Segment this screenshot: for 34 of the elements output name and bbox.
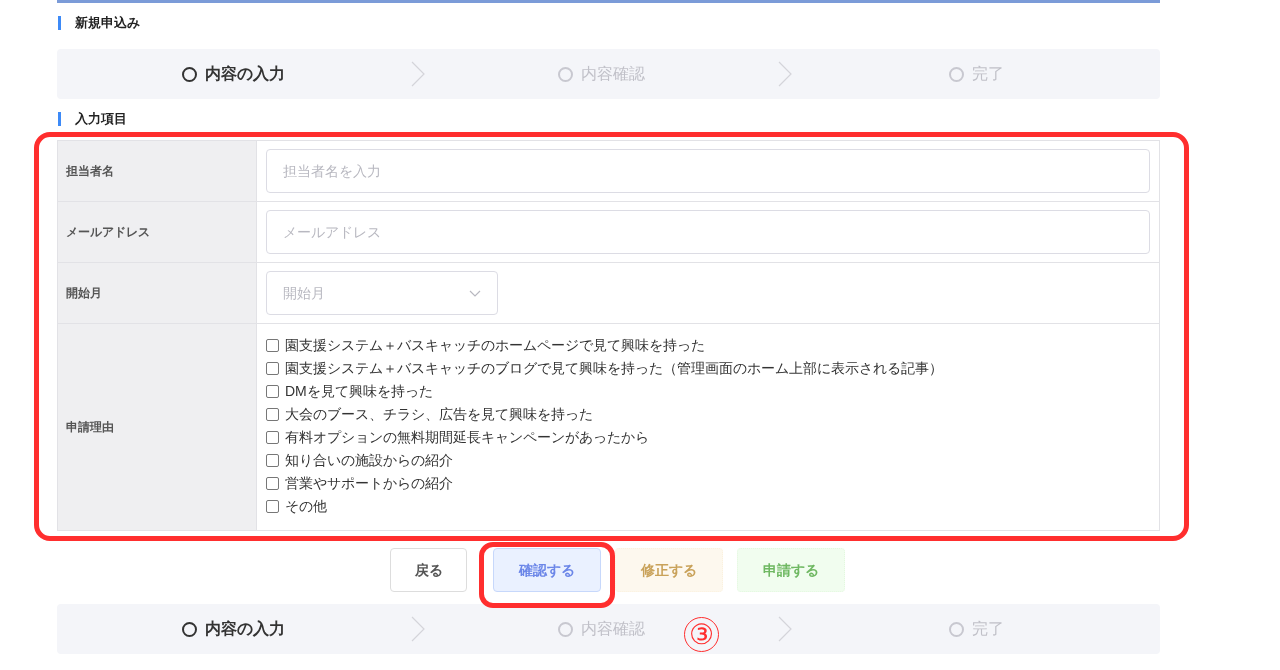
month-select[interactable]: 開始月 (266, 271, 498, 315)
chevron-down-icon (469, 289, 481, 297)
chevron-icon (410, 61, 425, 87)
option-label: 園支援システム＋バスキャッチのブログで見て興味を持った（管理画面のホーム上部に表示される記事） (285, 359, 943, 378)
text-field[interactable]: 担当者名を入力 (266, 149, 1150, 193)
text-field[interactable]: メールアドレス (266, 210, 1150, 254)
field-label: メールアドレス (66, 224, 150, 241)
section-heading: 入力項目 (75, 110, 127, 129)
checkbox[interactable] (266, 500, 279, 513)
checkbox[interactable] (266, 408, 279, 421)
checkbox[interactable] (266, 385, 279, 398)
option-label: その他 (285, 497, 327, 516)
checkbox[interactable] (266, 362, 279, 375)
checkbox[interactable] (266, 339, 279, 352)
option-label: 大会のブース、チラシ、広告を見て興味を持った (285, 405, 593, 424)
chevron-icon (410, 616, 425, 642)
action-button[interactable]: 戻る (390, 548, 467, 592)
field-label: 申請理由 (66, 419, 114, 436)
option-label: 園支援システム＋バスキャッチのホームページで見て興味を持った (285, 336, 705, 355)
checkbox[interactable] (266, 454, 279, 467)
field-label: 担当者名 (66, 163, 114, 180)
option-label: 有料オプションの無料期間延長キャンペーンがあったから (285, 428, 649, 447)
checkbox[interactable] (266, 477, 279, 490)
chevron-icon (778, 61, 793, 87)
field-label: 開始月 (66, 285, 102, 302)
option-label: 知り合いの施設からの紹介 (285, 451, 453, 470)
page-heading: 新規申込み (75, 14, 140, 33)
step-label: 内容の入力 (205, 619, 286, 639)
chevron-icon (778, 616, 793, 642)
checkbox[interactable] (266, 431, 279, 444)
option-label: 営業やサポートからの紹介 (285, 474, 453, 493)
action-button[interactable]: 確認する (493, 548, 601, 592)
step-label: 内容の入力 (205, 64, 286, 84)
option-label: DMを見て興味を持った (285, 382, 433, 401)
